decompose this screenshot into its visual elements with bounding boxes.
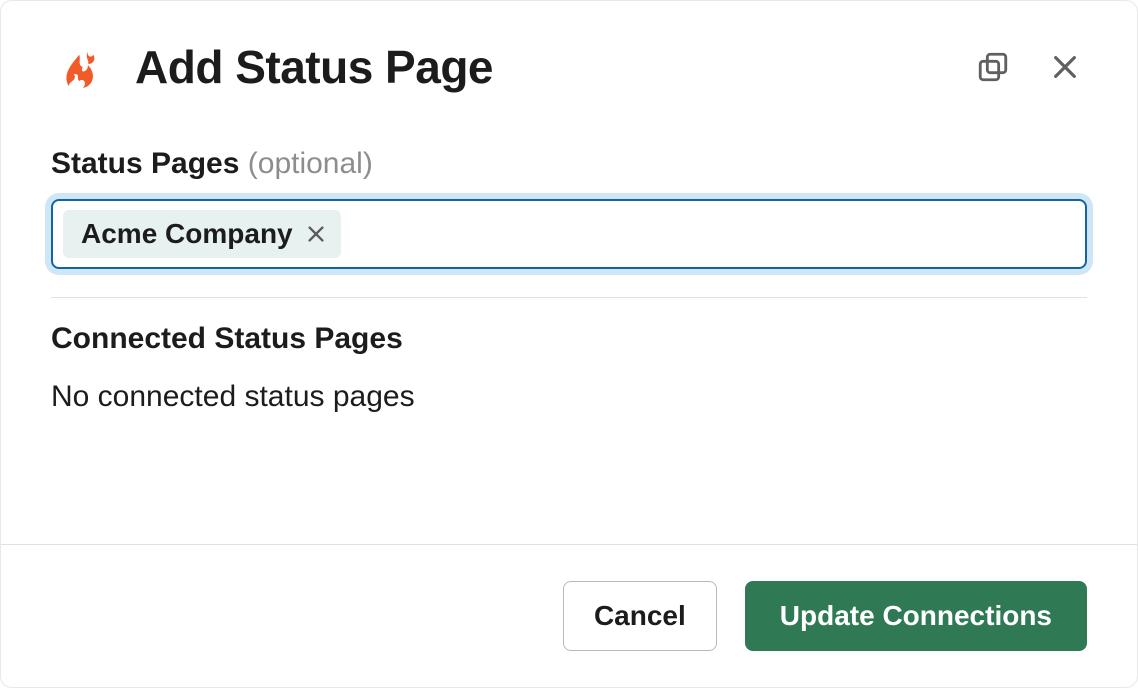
header-actions xyxy=(971,45,1087,89)
firehydrant-logo-icon xyxy=(51,37,111,97)
window-stack-icon[interactable] xyxy=(971,45,1015,89)
status-page-token[interactable]: Acme Company xyxy=(63,210,341,258)
modal-footer: Cancel Update Connections xyxy=(1,544,1137,687)
status-pages-label-text: Status Pages xyxy=(51,147,239,180)
connected-heading: Connected Status Pages xyxy=(51,322,1087,356)
update-connections-button[interactable]: Update Connections xyxy=(745,581,1087,651)
cancel-button[interactable]: Cancel xyxy=(563,581,717,651)
status-page-token-label: Acme Company xyxy=(81,218,293,250)
status-pages-input[interactable]: Acme Company xyxy=(51,199,1087,269)
connected-empty-text: No connected status pages xyxy=(51,380,1087,414)
remove-token-icon[interactable] xyxy=(305,223,327,245)
optional-hint: (optional) xyxy=(248,147,373,180)
modal-header: Add Status Page xyxy=(1,1,1137,107)
add-status-page-modal: Add Status Page Status Pages (optional) … xyxy=(0,0,1138,688)
modal-body: Status Pages (optional) Acme Company Con… xyxy=(1,107,1137,544)
close-icon[interactable] xyxy=(1043,45,1087,89)
divider xyxy=(51,297,1087,298)
status-pages-label: Status Pages (optional) xyxy=(51,147,1087,181)
modal-title: Add Status Page xyxy=(135,40,493,94)
